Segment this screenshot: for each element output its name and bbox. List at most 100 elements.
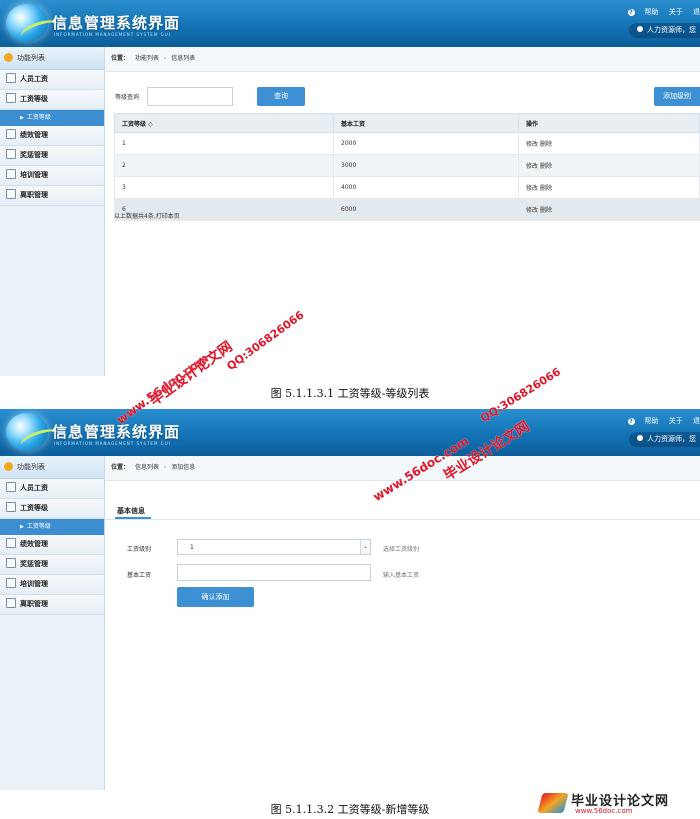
- menu-icon: [4, 52, 13, 62]
- sidebar-item-resignation[interactable]: 离职管理: [0, 186, 104, 206]
- sidebar-item-resignation[interactable]: 离职管理: [0, 595, 104, 615]
- help-icon: ?: [627, 9, 635, 16]
- column-header-actions: 操作: [518, 113, 700, 133]
- cell-salary: 6000: [333, 198, 519, 221]
- site-logo-icon: [537, 793, 569, 813]
- salary-input[interactable]: [177, 564, 371, 581]
- sort-icon: ◇: [148, 120, 153, 128]
- top-banner: 信息管理系统界面 INFORMATION MANAGEMENT SYSTEM G…: [0, 0, 700, 47]
- app-subtitle: INFORMATION MANAGEMENT SYSTEM GUI: [54, 32, 171, 37]
- edit-link[interactable]: 修改: [526, 207, 538, 214]
- sidebar-item-staff-salary[interactable]: 人员工资: [0, 70, 104, 90]
- top-links: ? 帮助 关于 退: [612, 7, 700, 17]
- arrow-right-icon: ▶: [20, 115, 24, 121]
- breadcrumb-current: 添加信息: [171, 464, 196, 471]
- search-button[interactable]: 查询: [257, 87, 305, 106]
- exit-link[interactable]: 退: [693, 8, 700, 16]
- user-icon: [637, 26, 643, 32]
- edit-link[interactable]: 修改: [526, 141, 538, 148]
- edit-icon: [6, 149, 16, 159]
- table-row: 3 4000 修改 删除: [114, 176, 700, 199]
- app-logo: [6, 413, 62, 454]
- breadcrumb-separator-icon: ›: [163, 464, 167, 471]
- document-icon: [6, 189, 16, 199]
- sidebar-subitem-salary-level[interactable]: ▶ 工资等级: [0, 519, 104, 535]
- delete-link[interactable]: 删除: [540, 185, 552, 192]
- app-subtitle: INFORMATION MANAGEMENT SYSTEM GUI: [54, 441, 171, 446]
- breadcrumb-parent[interactable]: 功能列表: [135, 55, 159, 62]
- cell-actions: 修改 删除: [518, 176, 700, 199]
- level-search-input[interactable]: [147, 87, 233, 106]
- figure-caption-1: 图 5.1.1.3.1 工资等级-等级列表: [270, 387, 430, 400]
- sidebar-item-staff-salary[interactable]: 人员工资: [0, 479, 104, 499]
- list-icon: [6, 73, 16, 83]
- level-label: 工资级别: [127, 546, 152, 553]
- sidebar-item-performance[interactable]: 绩效管理: [0, 126, 104, 146]
- cell-salary: 3000: [333, 154, 519, 177]
- sidebar-item-salary-level[interactable]: 工资等级: [0, 90, 104, 110]
- about-link[interactable]: 关于: [669, 417, 683, 425]
- sidebar: 功能列表 人员工资 工资等级 ▶ 工资等级 绩效管理 奖惩管理 培训管理 离职管理: [0, 456, 105, 790]
- cell-actions: 修改 删除: [518, 198, 700, 221]
- column-header-level[interactable]: 工资等级 ◇: [114, 113, 334, 133]
- delete-link[interactable]: 删除: [540, 207, 552, 214]
- cell-actions: 修改 删除: [518, 132, 700, 155]
- chevron-down-icon: ⌄: [360, 540, 370, 554]
- delete-link[interactable]: 删除: [540, 163, 552, 170]
- delete-link[interactable]: 删除: [540, 141, 552, 148]
- sidebar-header: 功能列表: [0, 456, 104, 479]
- table-row: 1 2000 修改 删除: [114, 132, 700, 155]
- sidebar-item-training[interactable]: 培训管理: [0, 166, 104, 186]
- sidebar-subitem-salary-level[interactable]: ▶ 工资等级: [0, 110, 104, 126]
- divider: [105, 519, 700, 520]
- table-row: 2 3000 修改 删除: [114, 154, 700, 177]
- user-info: 人力资源师，您: [629, 432, 700, 447]
- cell-salary: 4000: [333, 176, 519, 199]
- breadcrumb-parent[interactable]: 信息列表: [135, 464, 159, 471]
- sidebar-item-performance[interactable]: 绩效管理: [0, 535, 104, 555]
- document-icon: [6, 169, 16, 179]
- sidebar-item-rewards[interactable]: 奖惩管理: [0, 146, 104, 166]
- document-icon: [6, 598, 16, 608]
- add-level-button[interactable]: 添加级别: [654, 87, 700, 106]
- level-select[interactable]: 1 ⌄: [177, 539, 371, 555]
- edit-icon: [6, 129, 16, 139]
- sidebar-item-training[interactable]: 培训管理: [0, 575, 104, 595]
- sidebar: 功能列表 人员工资 工资等级 ▶ 工资等级 绩效管理 奖惩管理 培训管理 离职管理: [0, 47, 105, 376]
- edit-link[interactable]: 修改: [526, 163, 538, 170]
- edit-icon: [6, 538, 16, 548]
- edit-link[interactable]: 修改: [526, 185, 538, 192]
- app-title: 信息管理系统界面: [52, 423, 181, 441]
- edit-icon: [6, 558, 16, 568]
- list-icon: [6, 482, 16, 492]
- cell-level: 3: [114, 176, 334, 199]
- salary-hint: 输入基本工资: [383, 572, 420, 579]
- user-icon: [637, 435, 643, 441]
- help-link[interactable]: ? 帮助: [620, 417, 659, 425]
- cell-salary: 2000: [333, 132, 519, 155]
- document-icon: [6, 578, 16, 588]
- exit-link[interactable]: 退: [693, 417, 700, 425]
- column-header-salary: 基本工资: [333, 113, 519, 133]
- section-title: 基本信息: [117, 507, 145, 515]
- cell-level: 1: [114, 132, 334, 155]
- footer-logo-url: www.56doc.com: [575, 807, 633, 815]
- main-content: 位置： 功能列表 › 信息列表 等级查询 查询 添加级别 工资等级 ◇ 基本工资…: [105, 47, 700, 376]
- footer-logo: 毕业设计论文网 www.56doc.com: [535, 789, 700, 819]
- breadcrumb-separator-icon: ›: [163, 55, 167, 62]
- salary-label: 基本工资: [127, 572, 152, 579]
- breadcrumb-current: 信息列表: [171, 55, 196, 62]
- about-link[interactable]: 关于: [669, 8, 683, 16]
- cell-actions: 修改 删除: [518, 154, 700, 177]
- salary-level-list-screen: 信息管理系统界面 INFORMATION MANAGEMENT SYSTEM G…: [0, 0, 700, 376]
- chat-icon: [6, 93, 16, 103]
- help-icon: ?: [627, 418, 635, 425]
- chat-icon: [6, 502, 16, 512]
- sidebar-item-salary-level[interactable]: 工资等级: [0, 499, 104, 519]
- sidebar-item-rewards[interactable]: 奖惩管理: [0, 555, 104, 575]
- help-link[interactable]: ? 帮助: [620, 8, 659, 16]
- confirm-add-button[interactable]: 确认添加: [177, 587, 254, 607]
- record-count-text: 以上数据共4条,打印本页: [114, 213, 180, 220]
- menu-icon: [4, 461, 13, 471]
- level-hint: 选择工资级别: [383, 546, 420, 553]
